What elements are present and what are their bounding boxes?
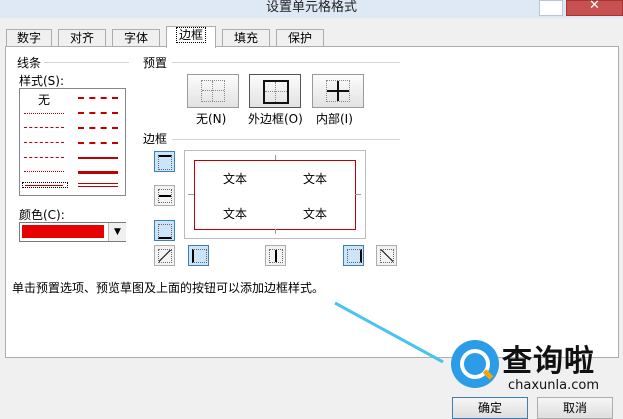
line-style-double[interactable] [78, 183, 118, 187]
line-style-dash-dot-dot[interactable] [24, 127, 64, 128]
border-right-icon [347, 249, 362, 263]
preview-tick-left [188, 194, 194, 195]
border-left-button[interactable] [188, 245, 209, 266]
presets-group-label: 预置 [143, 56, 168, 70]
color-swatch [22, 225, 104, 238]
border-group-label: 边框 [143, 132, 168, 146]
preset-inside-button[interactable] [312, 74, 364, 108]
preset-none-button[interactable] [187, 74, 239, 108]
tab-font-label: 字体 [123, 31, 148, 45]
border-top-icon [158, 155, 172, 170]
preset-inside-icon [326, 80, 350, 102]
close-button[interactable]: ✕ [566, 0, 623, 16]
ok-button[interactable]: 确定 [452, 397, 528, 419]
preset-inside-label: 内部(I) [316, 112, 353, 126]
line-style-medium-dashed[interactable] [78, 142, 118, 144]
preview-text: 文本 [303, 207, 328, 221]
help-button[interactable] [539, 0, 563, 16]
color-dropdown[interactable]: ▼ [19, 222, 126, 242]
tab-alignment-label: 对齐 [69, 31, 94, 45]
line-style-thin-selected[interactable] [22, 182, 68, 188]
border-bottom-button[interactable] [154, 220, 175, 241]
line-style-dash-dot[interactable] [24, 142, 64, 143]
tab-border[interactable]: 边框 [166, 26, 216, 48]
tab-protection-label: 保护 [287, 31, 312, 45]
tab-border-label: 边框 [175, 27, 206, 43]
arrow-line [334, 301, 444, 364]
magnifier-logo-icon [451, 340, 499, 388]
hint-text: 单击预置选项、预览草图及上面的按钮可以添加边框样式。 [12, 281, 325, 295]
preview-outline-border [194, 160, 356, 230]
dialog-title: 设置单元格格式 [265, 0, 357, 15]
line-style-slanted-dash-dot[interactable] [78, 112, 118, 114]
tab-number[interactable]: 数字 [6, 29, 52, 47]
border-left-icon [192, 249, 207, 263]
border-inside-horizontal-button[interactable] [154, 185, 175, 206]
line-style-dotted[interactable] [24, 113, 64, 114]
border-diagonal-up-button[interactable] [154, 245, 175, 266]
preset-outline-icon [263, 80, 289, 104]
line-style-dashed[interactable] [24, 157, 64, 158]
watermark-brand: 查询啦 [502, 344, 595, 379]
line-style-medium-dash-dot-dot[interactable] [78, 97, 118, 99]
preview-text: 文本 [303, 172, 328, 186]
tab-font[interactable]: 字体 [112, 29, 160, 47]
line-style-thick[interactable] [78, 171, 118, 174]
border-top-button[interactable] [154, 151, 175, 172]
tab-fill-label: 填充 [233, 31, 258, 45]
line-style-medium[interactable] [78, 157, 118, 159]
tab-number-label: 数字 [16, 31, 41, 45]
border-right-button[interactable] [343, 245, 364, 266]
color-label: 颜色(C): [19, 208, 65, 222]
preset-none-label: 无(N) [196, 112, 227, 126]
border-preview[interactable]: 文本 文本 文本 文本 [184, 150, 366, 239]
preview-tick-right [355, 194, 361, 195]
border-diagonal-down-button[interactable] [376, 245, 397, 266]
diagonal-up-icon [158, 249, 172, 263]
preview-text: 文本 [223, 172, 248, 186]
tab-protection[interactable]: 保护 [276, 29, 324, 47]
line-group-label: 线条 [17, 56, 42, 70]
tab-fill[interactable]: 填充 [222, 29, 270, 47]
preset-none-icon [201, 80, 225, 102]
chevron-down-icon[interactable]: ▼ [108, 223, 126, 241]
border-inside-vertical-icon [269, 249, 283, 263]
style-label: 样式(S): [19, 74, 65, 88]
preview-tick-top [275, 155, 276, 160]
close-icon: ✕ [589, 0, 600, 13]
border-inside-horizontal-icon [158, 189, 172, 203]
line-style-medium-dash-dot[interactable] [78, 127, 118, 129]
watermark-url: chaxunla.com [508, 378, 599, 393]
border-group-separator [172, 139, 400, 140]
preview-tick-bottom [275, 229, 276, 234]
border-bottom-icon [158, 224, 172, 239]
preset-outline-label: 外边框(O) [248, 112, 303, 126]
preview-text: 文本 [223, 207, 248, 221]
diagonal-down-icon [380, 249, 394, 263]
line-style-hair[interactable] [24, 171, 64, 172]
presets-separator [172, 62, 400, 63]
line-style-none[interactable]: 无 [38, 91, 50, 108]
tab-alignment[interactable]: 对齐 [58, 29, 106, 47]
cancel-button[interactable]: 取消 [537, 397, 613, 419]
line-style-list[interactable]: 无 [19, 88, 126, 196]
line-group-separator [44, 62, 129, 63]
border-inside-vertical-button[interactable] [265, 245, 286, 266]
preset-outline-button[interactable] [249, 74, 301, 108]
